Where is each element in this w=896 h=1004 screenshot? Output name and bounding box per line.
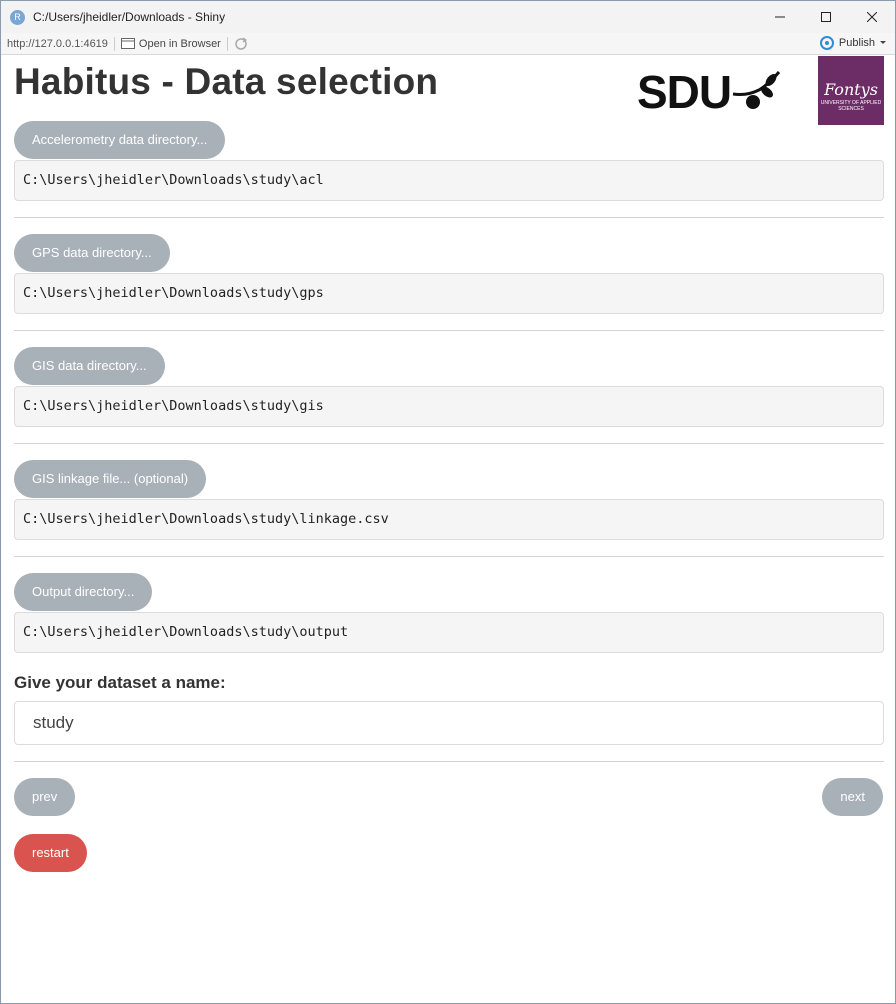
gis-directory-button[interactable]: GIS data directory...	[14, 347, 165, 385]
gps-directory-section: GPS data directory... C:\Users\jheidler\…	[14, 234, 884, 314]
olive-branch-icon	[732, 71, 781, 109]
publish-button[interactable]: Publish	[819, 36, 887, 50]
gps-directory-path: C:\Users\jheidler\Downloads\study\gps	[14, 273, 884, 314]
page-header: Habitus - Data selection SDU Fontys UNIV…	[14, 55, 884, 125]
gis-directory-path: C:\Users\jheidler\Downloads\study\gis	[14, 386, 884, 427]
minimize-button[interactable]	[757, 1, 803, 33]
window-title: C:/Users/jheidler/Downloads - Shiny	[33, 10, 226, 24]
app-content: Habitus - Data selection SDU Fontys UNIV…	[14, 55, 884, 872]
gis-linkage-file-button[interactable]: GIS linkage file... (optional)	[14, 460, 207, 498]
dataset-name-input[interactable]	[14, 701, 884, 745]
acl-directory-path: C:\Users\jheidler\Downloads\study\acl	[14, 160, 884, 201]
output-directory-path: C:\Users\jheidler\Downloads\study\output	[14, 612, 884, 653]
chevron-down-icon	[880, 41, 886, 44]
close-icon	[867, 12, 877, 22]
maximize-icon	[821, 12, 831, 22]
fontys-logo-subtitle: UNIVERSITY OF APPLIED SCIENCES	[820, 100, 882, 112]
toolbar-separator	[113, 36, 115, 51]
refresh-button[interactable]	[234, 37, 248, 51]
title-bar: R C:/Users/jheidler/Downloads - Shiny	[1, 1, 895, 33]
fontys-logo-name: Fontys	[824, 80, 878, 99]
gis-linkage-section: GIS linkage file... (optional) C:\Users\…	[14, 460, 884, 540]
minimize-icon	[775, 16, 785, 18]
dataset-name-label: Give your dataset a name:	[14, 673, 226, 692]
divider	[14, 217, 884, 218]
page-title: Habitus - Data selection	[14, 61, 439, 102]
output-directory-section: Output directory... C:\Users\jheidler\Do…	[14, 573, 884, 653]
sdu-logo: SDU	[637, 65, 783, 119]
r-app-icon: R	[10, 9, 25, 25]
browser-icon	[120, 38, 135, 49]
prev-button[interactable]: prev	[14, 778, 76, 816]
gis-directory-section: GIS data directory... C:\Users\jheidler\…	[14, 347, 884, 427]
window-controls	[757, 1, 895, 33]
restart-button[interactable]: restart	[14, 834, 87, 872]
gis-linkage-file-path: C:\Users\jheidler\Downloads\study\linkag…	[14, 499, 884, 540]
viewer-window: R C:/Users/jheidler/Downloads - Shiny ht…	[0, 0, 896, 1004]
url-text: http://127.0.0.1:4619	[7, 37, 108, 50]
next-button[interactable]: next	[822, 778, 883, 816]
acl-directory-section: Accelerometry data directory... C:\Users…	[14, 121, 884, 201]
refresh-icon	[235, 37, 247, 50]
toolbar-separator	[226, 36, 228, 51]
close-button[interactable]	[849, 1, 895, 33]
divider	[14, 556, 884, 557]
publish-label: Publish	[838, 37, 875, 49]
divider	[14, 443, 884, 444]
acl-directory-button[interactable]: Accelerometry data directory...	[14, 121, 226, 159]
viewer-toolbar: http://127.0.0.1:4619 Open in Browser Pu…	[1, 33, 895, 55]
navigation-row: prev next	[14, 778, 884, 818]
sdu-logo-text: SDU	[637, 66, 732, 118]
publish-icon	[819, 36, 834, 50]
gps-directory-button[interactable]: GPS data directory...	[14, 234, 170, 272]
divider	[14, 330, 884, 331]
divider	[14, 761, 884, 762]
open-in-browser-button[interactable]: Open in Browser	[120, 37, 221, 50]
open-in-browser-label: Open in Browser	[138, 37, 221, 50]
output-directory-button[interactable]: Output directory...	[14, 573, 153, 611]
maximize-button[interactable]	[803, 1, 849, 33]
fontys-logo: Fontys UNIVERSITY OF APPLIED SCIENCES	[818, 56, 884, 125]
